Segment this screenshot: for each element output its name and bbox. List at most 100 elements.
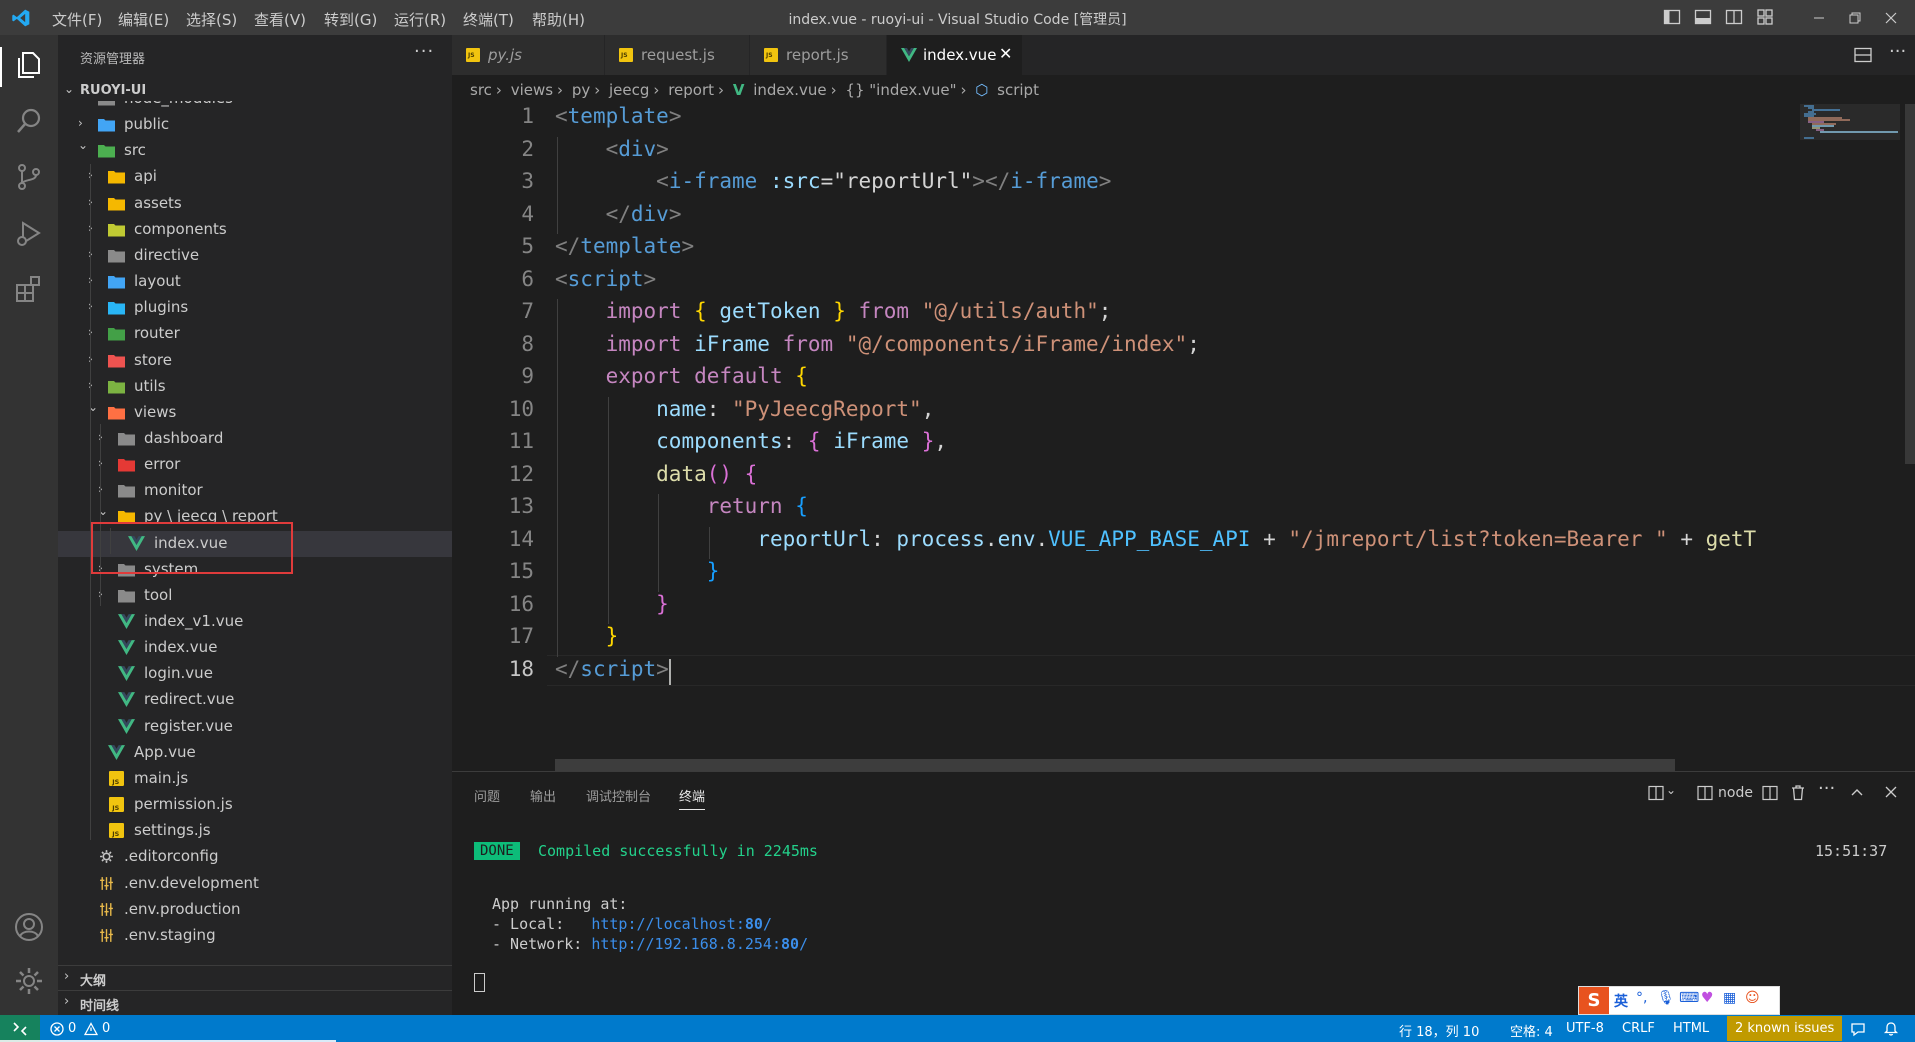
tab-index-vue[interactable]: index.vue ✕ [887, 35, 1023, 75]
menu-terminal[interactable]: 终端(T) [463, 9, 514, 30]
horizontal-scrollbar[interactable] [555, 759, 1675, 771]
tree-item[interactable]: ›layout [58, 269, 452, 295]
explorer-icon[interactable] [13, 49, 45, 81]
toggle-panel-icon[interactable] [1694, 8, 1712, 26]
breadcrumb-item[interactable]: py [572, 81, 590, 99]
tree-item[interactable]: ›router [58, 321, 452, 347]
menu-go[interactable]: 转到(G) [324, 9, 377, 30]
chevron-down-icon[interactable]: ⌄ [1666, 783, 1676, 797]
search-icon[interactable] [13, 105, 45, 137]
toggle-sidebar-icon[interactable] [1663, 8, 1681, 26]
more-actions-button[interactable]: ··· [414, 41, 434, 62]
tree-item[interactable]: JS main.js [58, 766, 452, 792]
cursor-position[interactable]: 行 18，列 10 [1399, 1021, 1479, 1040]
editor-more-button[interactable]: ··· [1889, 41, 1906, 62]
tree-item[interactable]: ›tool [58, 583, 452, 609]
vertical-scrollbar[interactable] [1905, 104, 1915, 464]
remote-indicator[interactable] [0, 1015, 40, 1042]
split-editor-icon[interactable] [1854, 47, 1872, 63]
language-mode[interactable]: HTML [1673, 1021, 1709, 1036]
tree-item[interactable]: ⌄ src [58, 138, 452, 164]
tree-item[interactable]: ›monitor [58, 478, 452, 504]
tab-problems[interactable]: 问题 [474, 786, 500, 805]
tree-item[interactable]: .env.staging [58, 923, 452, 949]
tab-report-js[interactable]: report.js [750, 35, 887, 75]
menu-selection[interactable]: 选择(S) [186, 9, 237, 30]
terminal-selector[interactable]: node [1718, 785, 1753, 805]
tab-output[interactable]: 输出 [530, 786, 556, 805]
tree-item[interactable]: JS permission.js [58, 792, 452, 818]
local-port[interactable]: 80 [745, 915, 763, 933]
tree-item[interactable]: ›plugins [58, 295, 452, 321]
tree-item[interactable]: .env.development [58, 871, 452, 897]
microphone-icon[interactable]: 🎙 [1657, 990, 1675, 1006]
problems-indicator[interactable]: 0 0 [50, 1015, 120, 1042]
tree-item[interactable]: redirect.vue [58, 687, 452, 713]
extensions-icon[interactable] [13, 273, 45, 305]
tree-item[interactable]: ›utils [58, 374, 452, 400]
punctuation-icon[interactable]: °, [1636, 990, 1647, 1006]
terminal-layout-icon[interactable] [1648, 785, 1664, 801]
tab-py-js[interactable]: py.js [452, 35, 605, 75]
maximize-panel-icon[interactable] [1850, 786, 1864, 798]
menu-run[interactable]: 运行(R) [394, 9, 446, 30]
breadcrumb-item[interactable]: index.vue [753, 81, 826, 99]
tree-item[interactable]: JS settings.js [58, 818, 452, 844]
tab-debug-console[interactable]: 调试控制台 [586, 786, 651, 805]
tree-item[interactable]: ›store [58, 348, 452, 374]
tree-item[interactable]: ›components [58, 217, 452, 243]
local-url-link[interactable]: http://localhost: [591, 915, 745, 933]
tree-item[interactable]: › public [58, 112, 452, 138]
manage-gear-icon[interactable] [13, 965, 45, 997]
network-port[interactable]: 80 [781, 935, 799, 953]
breadcrumb-item[interactable]: views [511, 81, 553, 99]
tree-item[interactable]: .env.production [58, 897, 452, 923]
tree-item[interactable]: ⌄ views [58, 400, 452, 426]
trash-icon[interactable] [1790, 784, 1806, 801]
skin-icon[interactable]: ♥ [1701, 990, 1714, 1006]
line-ending[interactable]: CRLF [1622, 1021, 1655, 1036]
run-debug-icon[interactable] [13, 217, 45, 249]
indentation[interactable]: 空格: 4 [1510, 1021, 1553, 1040]
notifications-bell-icon[interactable] [1883, 1020, 1899, 1037]
outline-section-header[interactable]: › 大纲 [58, 965, 452, 990]
tree-item[interactable]: ›directive [58, 243, 452, 269]
breadcrumb-item[interactable]: src [470, 81, 492, 99]
close-window-button[interactable] [1867, 0, 1915, 35]
network-url-link[interactable]: http://192.168.8.254: [591, 935, 781, 953]
keyboard-icon[interactable]: ⌨ [1679, 990, 1699, 1006]
breadcrumb-item[interactable]: script [997, 81, 1039, 99]
tree-item[interactable]: ›error [58, 452, 452, 478]
feedback-icon[interactable] [1850, 1021, 1866, 1037]
terminal-cursor[interactable] [474, 973, 485, 992]
known-issues-badge[interactable]: 2 known issues [1727, 1016, 1843, 1041]
toggle-secondary-sidebar-icon[interactable] [1725, 8, 1743, 26]
breadcrumb-item[interactable]: jeecg [609, 81, 649, 99]
menu-help[interactable]: 帮助(H) [532, 9, 585, 30]
emoji-icon[interactable]: ☺ [1745, 990, 1760, 1006]
split-terminal-icon[interactable] [1762, 785, 1778, 801]
source-control-icon[interactable] [13, 161, 45, 193]
tree-item[interactable]: App.vue [58, 740, 452, 766]
close-panel-icon[interactable] [1884, 785, 1898, 799]
timeline-section-header[interactable]: › 时间线 [58, 990, 452, 1015]
tree-item[interactable]: index_v1.vue [58, 609, 452, 635]
account-icon[interactable] [13, 911, 45, 943]
tab-terminal[interactable]: 终端 [679, 786, 706, 810]
code-editor[interactable]: 1 2 3 4 5 6 7 8 9 10 11 12 13 14 15 16 17 18 <template> <… [452, 104, 1915, 769]
tree-item[interactable]: ›assets [58, 191, 452, 217]
tree-item[interactable]: index.vue [58, 635, 452, 661]
ime-language[interactable]: 英 [1614, 991, 1628, 1011]
encoding[interactable]: UTF-8 [1566, 1021, 1604, 1036]
minimap[interactable] [1800, 104, 1900, 769]
breadcrumb-item[interactable]: report [668, 81, 714, 99]
tree-item[interactable]: .editorconfig [58, 844, 452, 870]
menu-edit[interactable]: 编辑(E) [118, 9, 169, 30]
tree-item[interactable]: ›dashboard [58, 426, 452, 452]
workspace-section-header[interactable]: ⌄ RUOYI-UI [58, 80, 452, 102]
toolbox-icon[interactable]: ▦ [1723, 990, 1736, 1006]
menu-file[interactable]: 文件(F) [52, 9, 102, 30]
ime-toolbar[interactable]: S 英 °, 🎙 ⌨ ♥ ▦ ☺ [1578, 986, 1780, 1015]
tree-item[interactable]: ›api [58, 164, 452, 190]
tree-item[interactable]: register.vue [58, 714, 452, 740]
